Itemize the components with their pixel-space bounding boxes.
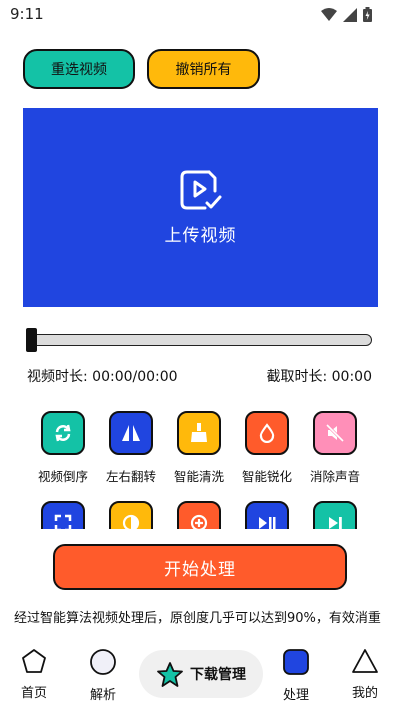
- video-duration-text: 视频时长: 00:00/00:00: [27, 369, 178, 385]
- crop-icon: [41, 501, 85, 529]
- nav-mine-label: 我的: [351, 686, 378, 701]
- triangle-icon: [352, 649, 378, 673]
- status-icons: [321, 7, 372, 22]
- broom-icon: [177, 411, 221, 455]
- undo-all-button[interactable]: 撤销所有: [147, 49, 260, 89]
- pentagon-icon: [22, 649, 46, 673]
- tool-label: 智能清洗: [173, 469, 224, 484]
- battery-icon: [363, 7, 372, 22]
- reverse-icon: [41, 411, 85, 455]
- upload-video-label: 上传视频: [164, 226, 237, 246]
- nav-home-label: 首页: [20, 686, 47, 701]
- nav-mine[interactable]: 我的: [335, 648, 395, 701]
- video-upload-icon: [180, 170, 221, 210]
- status-time: 9:11: [10, 5, 44, 23]
- nav-process-label: 处理: [282, 688, 309, 703]
- tools-grid: 视频倒序 左右翻转 智能清洗 智能锐化 消除声音: [30, 411, 370, 529]
- circle-icon: [90, 649, 116, 675]
- tool-label: 消除声音: [309, 469, 360, 484]
- tool-mute[interactable]: 消除声音: [302, 411, 368, 485]
- tool-crop[interactable]: [30, 501, 96, 529]
- upload-video-area[interactable]: 上传视频: [23, 108, 378, 307]
- contrast-icon: [109, 501, 153, 529]
- skip-icon: [313, 501, 357, 529]
- reselect-video-button[interactable]: 重选视频: [23, 49, 135, 89]
- tool-reverse[interactable]: 视频倒序: [30, 411, 96, 485]
- tool-label: 左右翻转: [105, 469, 156, 484]
- tool-label: 视频倒序: [37, 469, 88, 484]
- play-pause-icon: [245, 501, 289, 529]
- tool-sharpen[interactable]: 智能锐化: [234, 411, 300, 485]
- tool-skip[interactable]: [302, 501, 368, 529]
- trim-slider-thumb[interactable]: [26, 328, 37, 352]
- tool-flip[interactable]: 左右翻转: [98, 411, 164, 485]
- zoom-icon: [177, 501, 221, 529]
- tool-play-pause[interactable]: [234, 501, 300, 529]
- trim-slider-track[interactable]: [30, 334, 372, 346]
- tool-zoom[interactable]: [166, 501, 232, 529]
- star-icon: [157, 661, 183, 687]
- tool-contrast[interactable]: [98, 501, 164, 529]
- nav-parse[interactable]: 解析: [73, 648, 133, 703]
- nav-download-manager[interactable]: 下载管理: [139, 650, 263, 698]
- clip-duration-text: 截取时长: 00:00: [266, 369, 372, 385]
- nav-home[interactable]: 首页: [4, 648, 64, 701]
- flip-icon: [109, 411, 153, 455]
- tool-label: 智能锐化: [241, 469, 292, 484]
- status-bar: 9:11: [0, 0, 400, 30]
- nav-process[interactable]: 处理: [266, 648, 326, 703]
- signal-icon: [343, 7, 357, 22]
- bottom-nav: 首页 解析 下载管理 处理 我的: [0, 640, 400, 711]
- nav-parse-label: 解析: [89, 688, 116, 703]
- mute-icon: [313, 411, 357, 455]
- wifi-icon: [321, 8, 337, 21]
- start-processing-button[interactable]: 开始处理: [53, 544, 347, 590]
- description-text: 经过智能算法视频处理后，原创度几乎可以达到90%，有效消重: [14, 611, 381, 626]
- tool-clean[interactable]: 智能清洗: [166, 411, 232, 485]
- nav-download-label: 下载管理: [190, 667, 246, 683]
- drop-icon: [245, 411, 289, 455]
- square-icon: [283, 649, 309, 675]
